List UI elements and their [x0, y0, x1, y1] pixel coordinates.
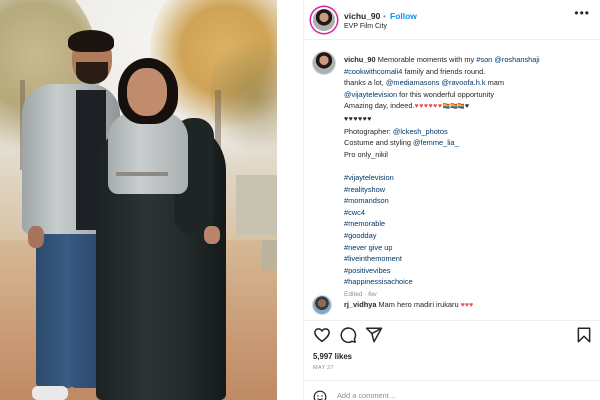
woman-face — [127, 68, 167, 116]
likes-count[interactable]: 5,997 likes — [313, 352, 352, 361]
comment-text: Mam hero madiri irukaru — [376, 300, 461, 309]
mention-link[interactable]: @lckesh_photos — [393, 127, 448, 136]
black-hearts-emoji: ♥♥♥♥♥♥ — [344, 115, 372, 123]
more-icon[interactable]: ••• — [574, 6, 590, 20]
red-hearts-emoji: ♥♥♥ — [460, 302, 474, 309]
caption-line: Photographer: @lckesh_photos — [344, 126, 448, 136]
add-comment-input[interactable]: Add a comment… — [337, 391, 396, 400]
post-caption: vichu_90 Memorable moments with my #son … — [344, 54, 594, 300]
hashtag-link[interactable]: #realityshow — [344, 184, 594, 196]
caption-line: #cookwithcomali4 family and friends roun… — [344, 66, 486, 76]
man-shoe — [32, 386, 68, 400]
hashtag-link[interactable]: #never give up — [344, 242, 594, 254]
caption-gap — [344, 160, 594, 172]
hashtag-link[interactable]: #memorable — [344, 218, 594, 230]
hashtag-link[interactable]: #momandson — [344, 195, 594, 207]
post-location[interactable]: EVP Film City — [344, 23, 387, 30]
hashtag-link[interactable]: #cwc4 — [344, 207, 594, 219]
commenter-username[interactable]: rj_vidhya — [344, 300, 376, 309]
caption-line: Costume and styling @femme_lia_ — [344, 138, 459, 148]
share-icon[interactable] — [365, 326, 383, 344]
man-beard — [76, 62, 108, 84]
man-jeans — [36, 228, 74, 388]
woman-hand — [204, 226, 220, 244]
mention-link[interactable]: @mediamasons — [386, 78, 440, 87]
bookmark-icon[interactable] — [575, 326, 593, 344]
post-date: MAY 27 — [313, 365, 334, 371]
photo-wall — [236, 175, 277, 235]
mention-link[interactable]: @roshanshaji — [492, 55, 539, 64]
composer-divider — [304, 380, 600, 381]
comment-composer: Add a comment… — [313, 390, 593, 400]
caption-avatar[interactable] — [313, 52, 335, 74]
hashtag-link[interactable]: #positivevibes — [344, 265, 594, 277]
smile-icon[interactable] — [313, 390, 327, 400]
photo-wall — [262, 240, 277, 270]
separator-dot: • — [383, 11, 386, 21]
black-heart-emoji: ♥ — [464, 103, 470, 111]
caption-line: thanks a lot, @mediamasons @ravoofa.h.k … — [344, 78, 505, 88]
post-panel: vichu_90 • Follow EVP Film City ••• vich… — [303, 0, 600, 400]
man-hand — [28, 226, 44, 248]
flag-emoji: 🏳️‍🌈🏳️‍🌈🏳️‍🌈 — [442, 104, 465, 111]
mention-link[interactable]: @ravoofa.h.k — [441, 78, 485, 87]
caption-line: Amazing day, indeed.♥♥♥♥♥♥🏳️‍🌈🏳️‍🌈🏳️‍🌈♥ — [344, 101, 470, 111]
mention-link[interactable]: @vijaytelevision — [344, 90, 397, 99]
author-avatar[interactable] — [313, 9, 335, 31]
action-bar — [313, 326, 593, 344]
actions-divider — [304, 320, 600, 321]
man-hair — [68, 30, 114, 52]
red-hearts-emoji: ♥♥♥♥♥♥ — [414, 103, 443, 111]
caption-line: Pro only_nikil — [344, 149, 388, 159]
author-username[interactable]: vichu_90 — [344, 11, 380, 21]
woman-vest — [108, 112, 188, 194]
hashtag-link[interactable]: #liveinthemoment — [344, 253, 594, 265]
edited-timestamp: Edited · 6w — [344, 290, 377, 298]
woman-belt — [116, 172, 168, 176]
hashtag-link[interactable]: #goodday — [344, 230, 594, 242]
caption-line: vichu_90 Memorable moments with my #son … — [344, 55, 540, 64]
caption-username[interactable]: vichu_90 — [344, 55, 376, 64]
commenter-avatar[interactable] — [313, 296, 331, 314]
hashtag-link[interactable]: #happinessisachoice — [344, 276, 594, 288]
caption-line: @vijaytelevision for this wonderful oppo… — [344, 89, 495, 99]
hashtag-link[interactable]: #vijaytelevision — [344, 172, 594, 184]
hashtag-link[interactable]: #cookwithcomali4 — [344, 67, 402, 76]
post-photo[interactable] — [0, 0, 277, 400]
mention-link[interactable]: @femme_lia_ — [413, 138, 459, 147]
header-divider — [304, 39, 600, 40]
heart-icon[interactable] — [313, 326, 331, 344]
comment-icon[interactable] — [339, 326, 357, 344]
hashtag-link[interactable]: #son — [476, 55, 492, 64]
comment-row: rj_vidhya Mam hero madiri irukaru ♥♥♥ — [344, 300, 473, 309]
follow-button[interactable]: Follow — [390, 11, 417, 21]
